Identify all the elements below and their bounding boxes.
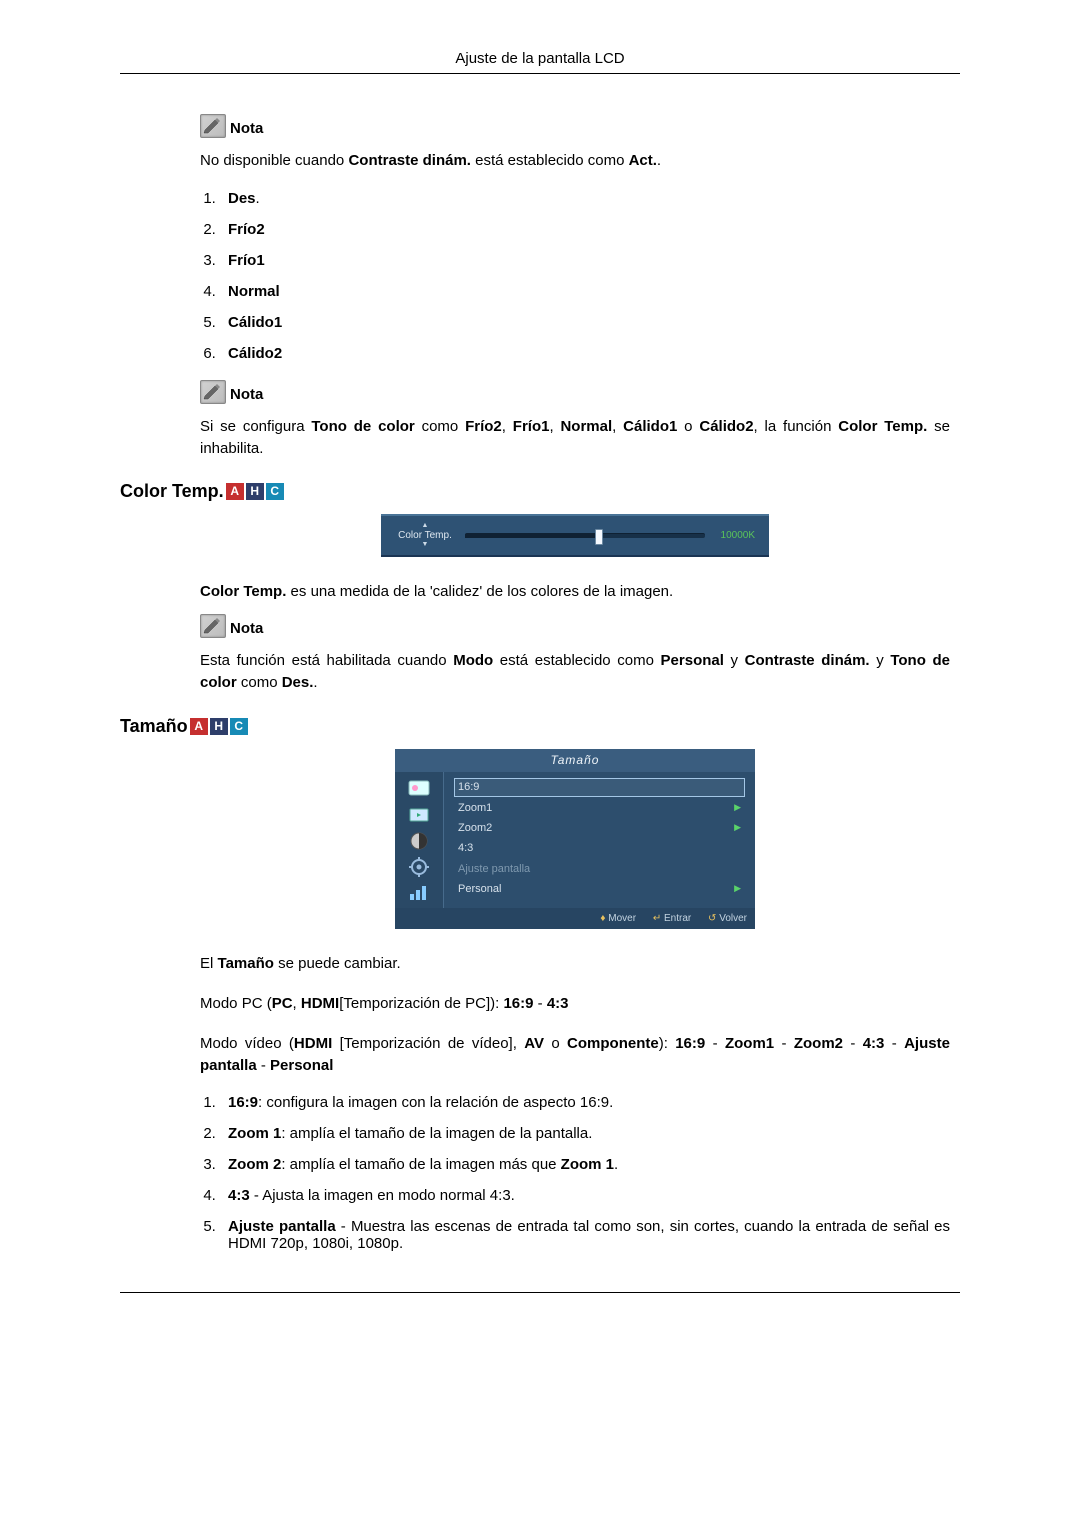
list-item: Des [228,190,256,207]
section-heading-color-temp: Color Temp. AHC [120,481,950,502]
note-icon [200,614,226,638]
osd-screen-icon [405,804,433,826]
list-item: 4:3 - Ajusta la imagen en modo normal 4:… [220,1187,950,1204]
list-item: Zoom 2: amplía el tamaño de la imagen má… [220,1156,950,1173]
section-heading-tamano: Tamaño AHC [120,716,950,737]
osd-item: 4:3 [454,839,745,857]
note-label: Nota [230,620,263,638]
osd-settings-icon [405,856,433,878]
badge-c-icon: C [230,718,248,735]
osd-bars-icon [405,882,433,904]
list-item: Zoom 1: amplía el tamaño de la imagen de… [220,1125,950,1142]
note-heading: Nota [200,380,950,404]
badge-h-icon: H [210,718,228,735]
badge-a-icon: A [190,718,208,735]
note-heading: Nota [200,614,950,638]
return-icon: ↺ [708,913,716,924]
note-heading: Nota [200,114,950,138]
osd-item-selected: 16:9 [454,778,745,796]
list-item: Normal [228,283,280,300]
slider-label: Color Temp. [395,530,455,541]
badge-c-icon: C [266,483,284,500]
page-header: Ajuste de la pantalla LCD [120,50,960,74]
slider-value: 10000K [715,530,755,541]
up-arrow-icon: ▲ [395,522,455,530]
osd-item-disabled: Ajuste pantalla [454,860,745,878]
tamano-list: 16:9: configura la imagen con la relació… [200,1094,950,1252]
osd-item: Zoom1▶ [454,799,745,817]
arrow-right-icon: ▶ [734,822,741,834]
osd-picture-icon [405,778,433,800]
color-tone-list: Des. Frío2 Frío1 Normal Cálido1 Cálido2 [200,190,950,362]
list-item: Cálido1 [228,314,282,331]
move-icon: ♦ [600,913,605,924]
list-item: Frío2 [228,221,265,238]
down-arrow-icon: ▼ [395,541,455,549]
note-2-text: Si se configura Tono de color como Frío2… [200,416,950,460]
list-item: 16:9: configura la imagen con la relació… [220,1094,950,1111]
osd-footer: ♦ Mover ↵ Entrar ↺ Volver [395,908,755,929]
tamano-p2: Modo PC (PC, HDMI[Temporización de PC]):… [200,993,950,1015]
slider-thumb [595,529,603,545]
slider-track [465,533,705,538]
arrow-right-icon: ▶ [734,883,741,895]
osd-contrast-icon [405,830,433,852]
note-1-text: No disponible cuando Contraste dinám. es… [200,150,950,172]
list-item: Cálido2 [228,345,282,362]
arrow-right-icon: ▶ [734,802,741,814]
tamano-p1: El Tamaño se puede cambiar. [200,953,950,975]
note-label: Nota [230,120,263,138]
osd-title: Tamaño [395,749,755,773]
note-icon [200,114,226,138]
note-label: Nota [230,386,263,404]
badge-a-icon: A [226,483,244,500]
footer-rule [120,1292,960,1293]
badge-h-icon: H [246,483,264,500]
tamano-osd-menu: Tamaño 16:9 Zoom1▶ Zoom2▶ 4:3 Ajuste pan… [395,749,755,930]
note-3-text: Esta función está habilitada cuando Modo… [200,650,950,694]
list-item: Frío1 [228,252,265,269]
osd-item: Zoom2▶ [454,819,745,837]
note-icon [200,380,226,404]
list-item: Ajuste pantalla - Muestra las escenas de… [220,1218,950,1252]
color-temp-slider-osd: ▲ Color Temp. ▼ 10000K [381,514,769,556]
tamano-p3: Modo vídeo (HDMI [Temporización de vídeo… [200,1033,950,1077]
color-temp-description: Color Temp. es una medida de la 'calidez… [200,581,950,603]
enter-icon: ↵ [653,913,661,924]
osd-item: Personal▶ [454,880,745,898]
